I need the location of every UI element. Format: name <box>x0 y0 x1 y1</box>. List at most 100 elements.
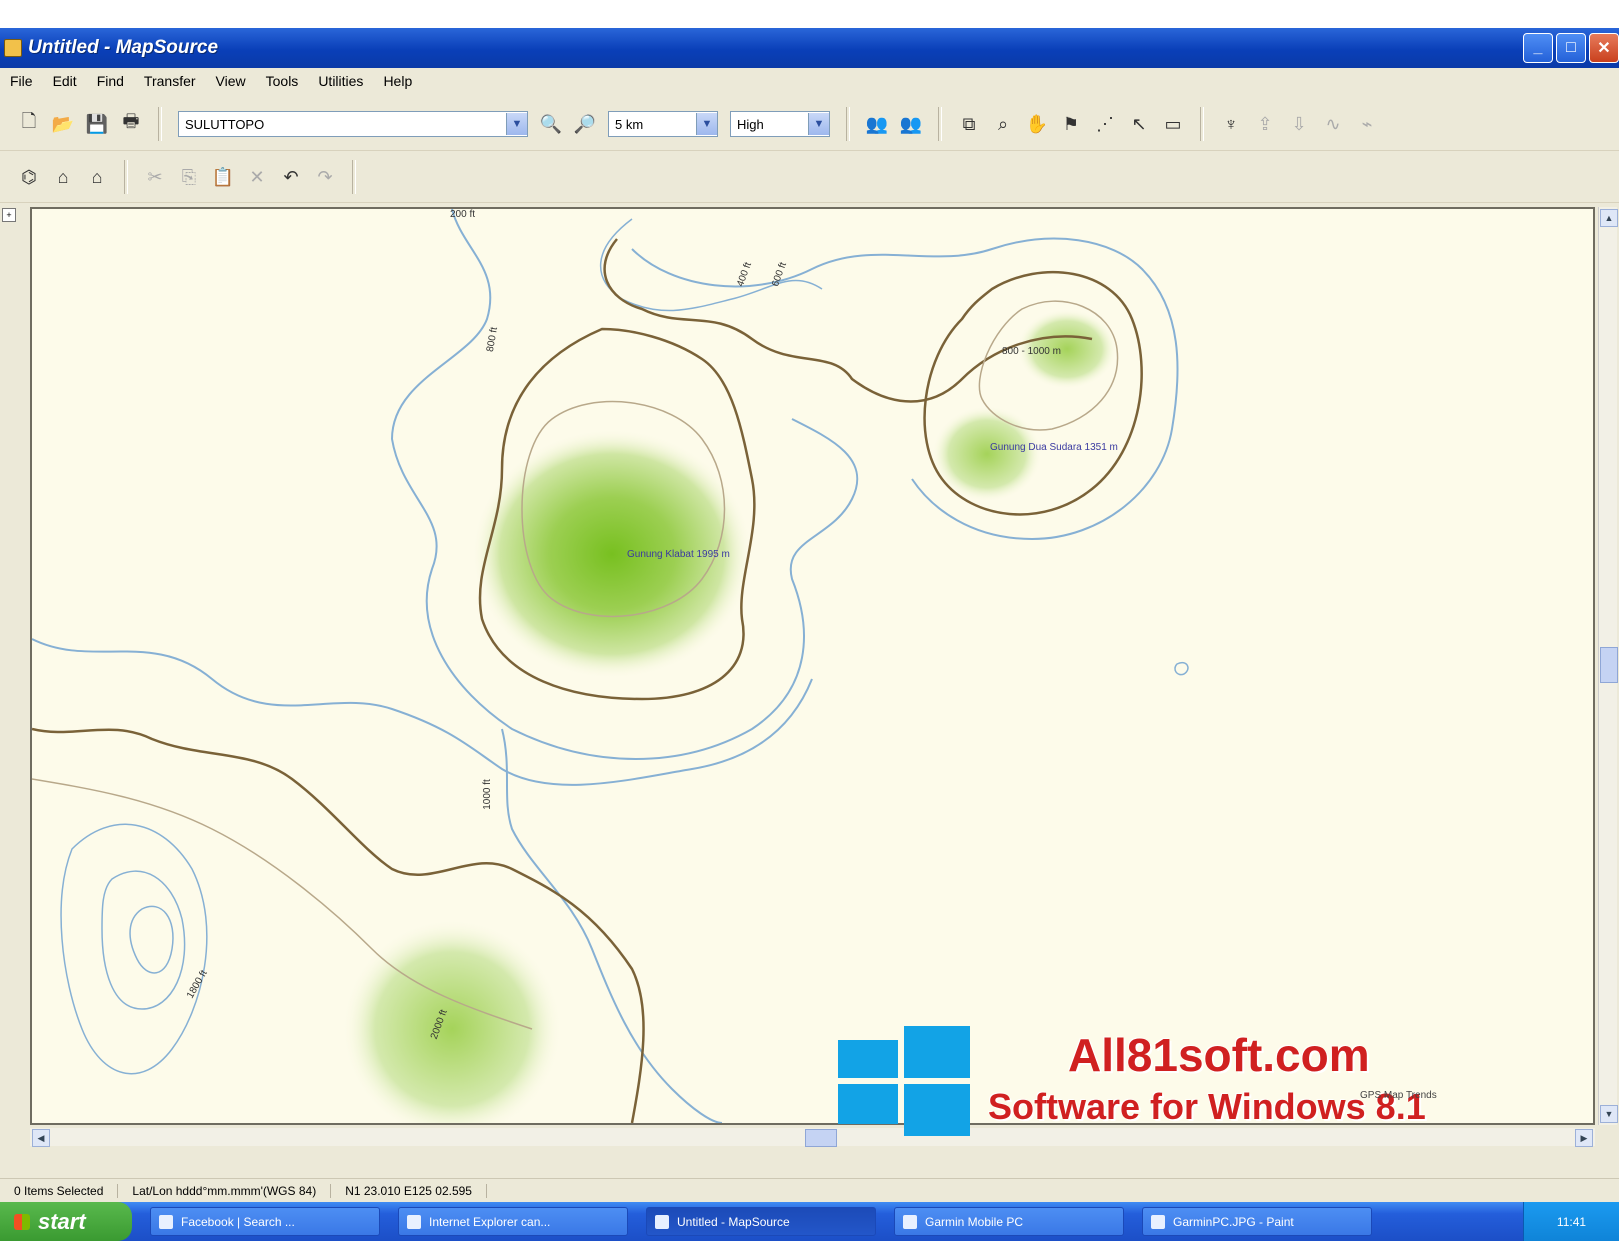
copy-icon[interactable]: ⎘ <box>178 166 200 188</box>
find-nearest-icon[interactable]: ⌂ <box>86 166 108 188</box>
people-icon[interactable]: 👥 <box>866 113 888 135</box>
watermark: All81soft.com Software for Windows 8.1 G… <box>838 990 1538 1136</box>
contour-line <box>129 905 174 974</box>
track-icon[interactable]: ∿ <box>1322 113 1344 135</box>
title-bar[interactable]: Untitled - MapSource _ □ ✕ <box>0 28 1619 68</box>
zoom-out-icon[interactable]: 🔎 <box>574 113 596 135</box>
coordinate-format: Lat/Lon hddd°mm.mmm'(WGS 84) <box>118 1184 332 1198</box>
chevron-down-icon[interactable]: ▼ <box>506 113 527 135</box>
mapsource-icon <box>655 1214 669 1229</box>
taskbar-item[interactable]: Internet Explorer can... <box>398 1207 628 1236</box>
windows-logo-icon <box>838 1018 973 1138</box>
map-product-select[interactable]: SULUTTOPO ▼ <box>178 111 528 137</box>
new-file-icon[interactable]: 🗋 <box>18 111 40 135</box>
waypoint-tool-icon[interactable]: ⚑ <box>1060 113 1082 135</box>
gps-icon[interactable]: ♆ <box>1220 113 1242 135</box>
clock: 11:41 <box>1556 1214 1587 1229</box>
horizontal-scrollbar[interactable]: ◀ ▶ <box>30 1128 1595 1147</box>
contour-label: 1000 ft <box>481 779 493 810</box>
cut-icon[interactable]: ✂ <box>144 166 166 188</box>
print-icon[interactable]: 🖶 <box>120 111 142 135</box>
close-button[interactable]: ✕ <box>1589 33 1619 63</box>
undo-icon[interactable]: ↶ <box>280 166 302 188</box>
save-icon[interactable]: 💾 <box>86 113 108 135</box>
paste-icon[interactable]: 📋 <box>212 166 234 188</box>
chevron-down-icon[interactable]: ▼ <box>808 113 829 135</box>
map-tool-icon[interactable]: ⧉ <box>958 113 980 135</box>
app-icon <box>4 39 22 57</box>
menu-edit[interactable]: Edit <box>43 73 87 89</box>
menu-bar: File Edit Find Transfer View Tools Utili… <box>0 68 1619 94</box>
topo-map <box>32 209 1189 1123</box>
windows-flag-icon <box>14 1213 30 1230</box>
menu-transfer[interactable]: Transfer <box>134 73 206 89</box>
open-folder-icon[interactable]: 📂 <box>52 113 74 135</box>
route-icon[interactable]: ⌁ <box>1356 113 1378 135</box>
main-toolbar: 🗋 📂 💾 🖶 SULUTTOPO ▼ 🔍 🔎 5 km ▼ High ▼ 👥 … <box>0 98 1619 151</box>
scroll-left-icon[interactable]: ◀ <box>32 1129 50 1147</box>
route-tool-icon[interactable]: ⋰ <box>1094 113 1116 135</box>
find-place-icon[interactable]: ⌂ <box>52 166 74 188</box>
zoom-tool-icon[interactable]: ⌕ <box>992 113 1014 135</box>
receive-icon[interactable]: ⇩ <box>1288 113 1310 135</box>
zoom-scale-select[interactable]: 5 km ▼ <box>608 111 718 137</box>
toolbar-separator <box>1200 107 1204 141</box>
menu-view[interactable]: View <box>206 73 256 89</box>
elevation-range-label: 800 - 1000 m <box>1002 346 1061 357</box>
toolbar-separator <box>124 160 128 194</box>
window-title: Untitled - MapSource <box>28 37 219 58</box>
peak-shading <box>342 919 562 1123</box>
minimize-button[interactable]: _ <box>1523 33 1553 63</box>
taskbar-item[interactable]: Garmin Mobile PC <box>894 1207 1124 1236</box>
taskbar: start Facebook | Search ... Internet Exp… <box>0 1202 1619 1241</box>
toolbar-separator <box>352 160 356 194</box>
select-tool-icon[interactable]: ↖ <box>1128 113 1150 135</box>
scroll-up-icon[interactable]: ▲ <box>1600 209 1618 227</box>
maximize-button[interactable]: □ <box>1556 33 1586 63</box>
detail-select[interactable]: High ▼ <box>730 111 830 137</box>
expand-panel-button[interactable]: + <box>2 208 16 222</box>
zoom-in-icon[interactable]: 🔍 <box>540 113 562 135</box>
measure-tool-icon[interactable]: ▭ <box>1162 113 1184 135</box>
scroll-thumb[interactable] <box>1600 647 1618 683</box>
secondary-toolbar: ⌬ ⌂ ⌂ ✂ ⎘ 📋 ✕ ↶ ↷ <box>0 152 1619 203</box>
chevron-down-icon[interactable]: ▼ <box>696 113 717 135</box>
contour-line <box>32 638 813 786</box>
watermark-site: All81soft.com <box>1068 1029 1370 1081</box>
send-icon[interactable]: ⇪ <box>1254 113 1276 135</box>
taskbar-item-active[interactable]: Untitled - MapSource <box>646 1207 876 1236</box>
toolbar-separator <box>846 107 850 141</box>
start-button[interactable]: start <box>0 1202 132 1241</box>
scroll-thumb[interactable] <box>805 1129 837 1147</box>
ie-icon <box>159 1214 173 1229</box>
left-panel-strip: + <box>0 204 30 1154</box>
redo-icon[interactable]: ↷ <box>314 166 336 188</box>
taskbar-item[interactable]: GarminPC.JPG - Paint <box>1142 1207 1372 1236</box>
selection-status: 0 Items Selected <box>0 1184 119 1198</box>
menu-file[interactable]: File <box>0 73 43 89</box>
system-tray[interactable]: 11:41 <box>1523 1202 1619 1241</box>
contour-label: 200 ft <box>450 209 476 220</box>
peak-label[interactable]: Gunung Klabat 1995 m <box>627 549 730 560</box>
toolbar-separator <box>158 107 162 141</box>
taskbar-item[interactable]: Facebook | Search ... <box>150 1207 380 1236</box>
menu-tools[interactable]: Tools <box>256 73 309 89</box>
scroll-down-icon[interactable]: ▼ <box>1600 1105 1618 1123</box>
paint-icon <box>1151 1214 1165 1229</box>
toolbar-separator <box>938 107 942 141</box>
cursor-position: N1 23.010 E125 02.595 <box>331 1184 487 1198</box>
menu-help[interactable]: Help <box>373 73 422 89</box>
watermark-note: GPS Map Trends <box>1360 1090 1437 1101</box>
people-alt-icon[interactable]: 👥 <box>900 113 922 135</box>
ie-icon <box>407 1214 421 1229</box>
vertical-scrollbar[interactable]: ▲ ▼ <box>1598 207 1618 1125</box>
menu-utilities[interactable]: Utilities <box>308 73 373 89</box>
binoculars-icon[interactable]: ⌬ <box>18 166 40 188</box>
peak-label[interactable]: Gunung Dua Sudara 1351 m <box>990 442 1118 453</box>
scroll-right-icon[interactable]: ▶ <box>1575 1129 1593 1147</box>
window-controls: _ □ ✕ <box>1523 33 1619 63</box>
map-canvas[interactable]: 800 - 1000 m Gunung Klabat 1995 m Gunung… <box>30 207 1595 1125</box>
hand-tool-icon[interactable]: ✋ <box>1026 113 1048 135</box>
delete-icon[interactable]: ✕ <box>246 166 268 188</box>
menu-find[interactable]: Find <box>87 73 134 89</box>
